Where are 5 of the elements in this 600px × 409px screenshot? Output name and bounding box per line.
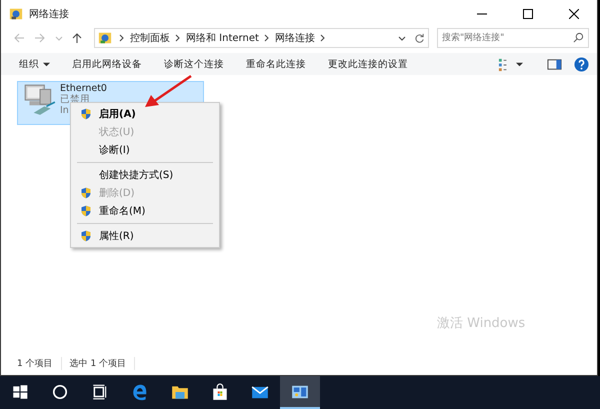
connection-name: Ethernet0 [60,83,107,94]
window-title: 网络连接 [29,8,69,20]
status-text: 选中 1 个项目 [70,356,136,370]
status-text: 1 个项目 [17,356,62,370]
device-name: In [60,105,69,116]
